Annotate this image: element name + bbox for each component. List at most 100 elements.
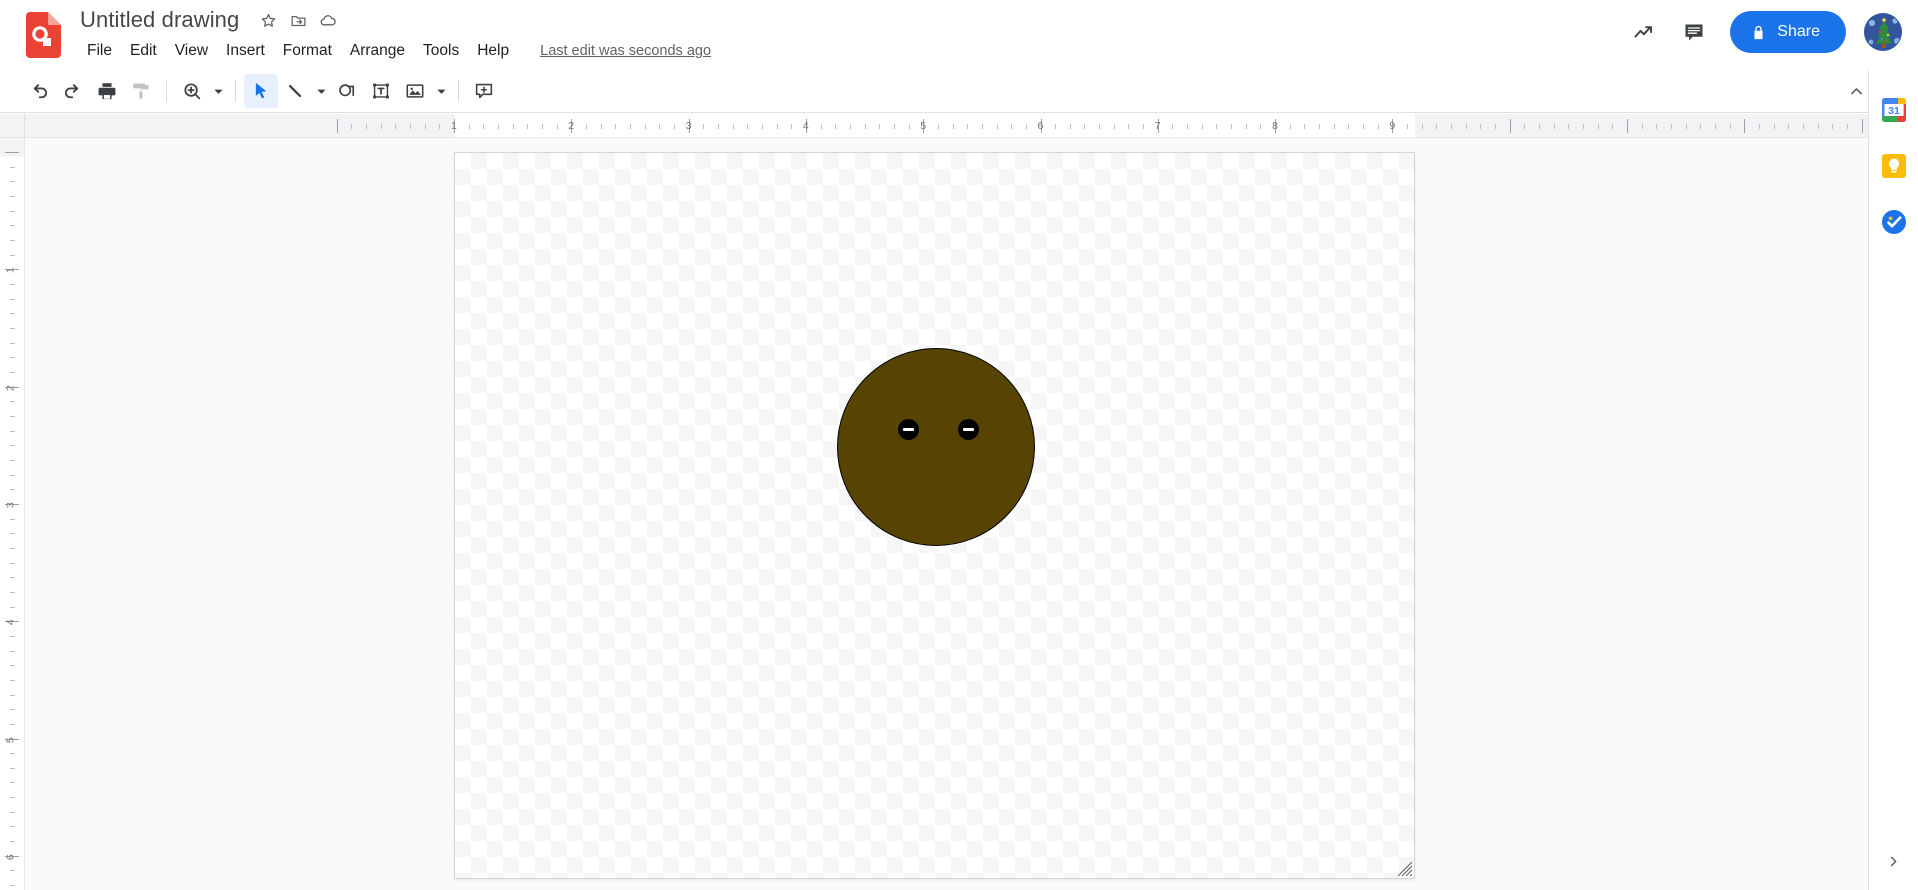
ruler-tick-minor bbox=[498, 124, 499, 129]
ruler-label-h: 9 bbox=[1389, 120, 1396, 132]
ruler-tick-minor bbox=[835, 124, 836, 129]
move-to-folder-icon[interactable] bbox=[285, 7, 311, 33]
ruler-tick-minor bbox=[762, 124, 763, 129]
ruler-tick-minor bbox=[630, 124, 631, 129]
calendar-day-number: 31 bbox=[1888, 105, 1900, 117]
ruler-tick-minor bbox=[1407, 124, 1408, 129]
ruler-tick-minor bbox=[10, 592, 15, 593]
menu-insert[interactable]: Insert bbox=[217, 38, 274, 64]
menu-tools[interactable]: Tools bbox=[414, 38, 468, 64]
share-button-label: Share bbox=[1777, 23, 1820, 40]
comment-tool-button[interactable] bbox=[467, 74, 501, 108]
avatar[interactable] bbox=[1864, 13, 1902, 51]
menu-edit[interactable]: Edit bbox=[121, 38, 166, 64]
image-tool-button[interactable] bbox=[398, 74, 432, 108]
ruler-tick-minor bbox=[1539, 124, 1540, 129]
ruler-tick-minor bbox=[10, 225, 15, 226]
ruler-tick-minor bbox=[601, 124, 602, 129]
ruler-tick-minor bbox=[10, 651, 15, 652]
canvas-resize-handle[interactable] bbox=[1395, 859, 1413, 877]
google-keep-icon[interactable] bbox=[1878, 150, 1910, 182]
ruler-tick-minor bbox=[10, 343, 15, 344]
ruler-tick-minor bbox=[1818, 124, 1819, 129]
ruler-tick-minor bbox=[10, 841, 15, 842]
redo-button[interactable] bbox=[56, 74, 90, 108]
ruler-tick-minor bbox=[1378, 124, 1379, 129]
ruler-tick-minor bbox=[1070, 124, 1071, 129]
ruler-tick-minor bbox=[997, 124, 998, 129]
ruler-label-h: 8 bbox=[1272, 120, 1278, 132]
ruler-tick-minor bbox=[1099, 124, 1100, 129]
drawing-canvas[interactable] bbox=[454, 152, 1415, 879]
menu-format[interactable]: Format bbox=[274, 38, 341, 64]
drawing-workspace[interactable] bbox=[25, 138, 1868, 890]
ruler-tick-minor bbox=[659, 124, 660, 129]
ruler-tick-minor bbox=[1554, 124, 1555, 129]
share-button[interactable]: Share bbox=[1730, 11, 1846, 53]
line-tool-button[interactable] bbox=[278, 74, 312, 108]
drawings-logo-icon[interactable] bbox=[26, 12, 61, 58]
ruler-tick-minor bbox=[1642, 124, 1643, 129]
vertical-ruler[interactable]: 1 2 3 4 5 6 bbox=[0, 138, 25, 890]
google-calendar-icon[interactable]: 31 bbox=[1878, 94, 1910, 126]
ruler-label-v: 4 bbox=[4, 619, 17, 626]
activity-dashboard-icon[interactable] bbox=[1622, 10, 1666, 54]
horizontal-ruler[interactable]: 1 2 3 4 5 6 7 8 9 bbox=[25, 114, 1868, 138]
menu-bar: File Edit View Insert Format Arrange Too… bbox=[78, 38, 711, 64]
line-dropdown-caret-icon[interactable] bbox=[312, 74, 330, 108]
right-eye-glint bbox=[963, 428, 974, 431]
cloud-saved-icon[interactable] bbox=[315, 7, 341, 33]
ruler-outside-top bbox=[0, 138, 24, 156]
star-icon[interactable] bbox=[255, 7, 281, 33]
ruler-tick-minor bbox=[1524, 124, 1525, 129]
ruler-tick-major bbox=[1510, 119, 1511, 133]
ruler-label-h: 5 bbox=[920, 120, 927, 132]
paint-format-button[interactable] bbox=[124, 74, 158, 108]
menu-help[interactable]: Help bbox=[468, 38, 518, 64]
head-circle-shape[interactable] bbox=[837, 348, 1035, 546]
ruler-tick-minor bbox=[542, 124, 543, 129]
menu-arrange[interactable]: Arrange bbox=[341, 38, 414, 64]
shape-tool-button[interactable] bbox=[330, 74, 364, 108]
ruler-tick-minor bbox=[439, 124, 440, 129]
ruler-tick-minor bbox=[381, 124, 382, 129]
ruler-tick-minor bbox=[1656, 124, 1657, 129]
ruler-tick-minor bbox=[879, 124, 880, 129]
undo-button[interactable] bbox=[22, 74, 56, 108]
left-eye-shape[interactable] bbox=[898, 419, 919, 440]
zoom-dropdown-caret-icon[interactable] bbox=[209, 74, 227, 108]
menu-view[interactable]: View bbox=[166, 38, 217, 64]
left-eye-glint bbox=[903, 428, 914, 431]
right-eye-shape[interactable] bbox=[958, 419, 979, 440]
ruler-tick-minor bbox=[1700, 124, 1701, 129]
ruler-tick-minor bbox=[586, 124, 587, 129]
document-title[interactable]: Untitled drawing bbox=[76, 5, 243, 35]
ruler-tick-minor bbox=[1686, 124, 1687, 129]
zoom-button[interactable] bbox=[175, 74, 209, 108]
ruler-tick-minor bbox=[1011, 124, 1012, 129]
ruler-tick-minor bbox=[10, 167, 15, 168]
text-box-tool-button[interactable] bbox=[364, 74, 398, 108]
google-tasks-icon[interactable] bbox=[1878, 206, 1910, 238]
ruler-tick-minor bbox=[850, 124, 851, 129]
ruler-tick-minor bbox=[1759, 124, 1760, 129]
ruler-tick-minor bbox=[1143, 124, 1144, 129]
ruler-tick-minor bbox=[10, 196, 15, 197]
menu-file[interactable]: File bbox=[78, 38, 121, 64]
ruler-tick-minor bbox=[1788, 124, 1789, 129]
ruler-tick-minor bbox=[10, 299, 15, 300]
image-dropdown-caret-icon[interactable] bbox=[432, 74, 450, 108]
ruler-tick-minor bbox=[982, 124, 983, 129]
comment-history-icon[interactable] bbox=[1672, 10, 1716, 54]
ruler-outside-left bbox=[25, 114, 454, 137]
ruler-tick-minor bbox=[1334, 124, 1335, 129]
ruler-tick-minor bbox=[10, 782, 15, 783]
print-button[interactable] bbox=[90, 74, 124, 108]
ruler-label-v: 1 bbox=[4, 267, 17, 274]
select-tool-button[interactable] bbox=[244, 74, 278, 108]
google-drawings-window: Untitled drawing File Edit View Insert F… bbox=[0, 0, 1918, 890]
expand-side-panel-button[interactable] bbox=[1878, 846, 1908, 876]
ruler-label-h: 2 bbox=[568, 120, 575, 132]
last-edit-status[interactable]: Last edit was seconds ago bbox=[540, 43, 711, 59]
ruler-tick-minor bbox=[10, 812, 15, 813]
